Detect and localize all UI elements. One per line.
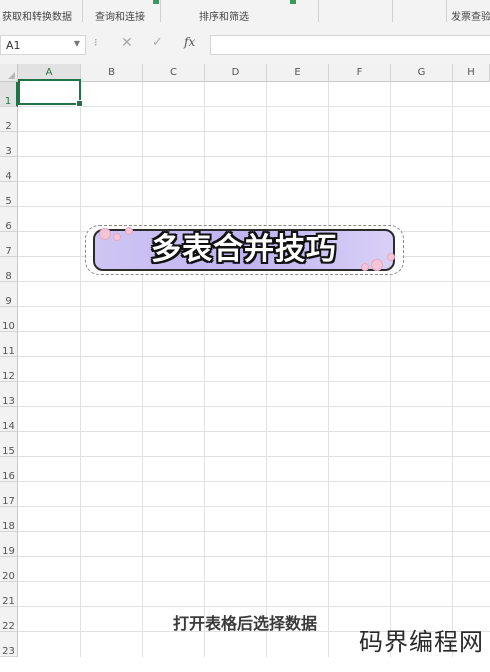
grid-line (18, 431, 490, 432)
row-header-20[interactable]: 20 (0, 557, 18, 582)
grid-line (18, 506, 490, 507)
row-header-6[interactable]: 6 (0, 207, 18, 232)
formula-input[interactable] (210, 35, 490, 55)
grid-line (18, 556, 490, 557)
grid-line (390, 82, 391, 657)
blossom-icon (387, 253, 395, 261)
select-all-corner[interactable] (0, 64, 18, 82)
row-header-21[interactable]: 21 (0, 582, 18, 607)
row-header-7[interactable]: 7 (0, 232, 18, 257)
grip-dots-icon: ⁝ (94, 36, 98, 49)
blossom-icon (125, 227, 133, 235)
ribbon-separator (446, 0, 447, 22)
ribbon-group-sort-filter[interactable]: 排序和筛选 (199, 8, 249, 23)
grid-line (18, 406, 490, 407)
row-header-3[interactable]: 3 (0, 132, 18, 157)
row-header-16[interactable]: 16 (0, 457, 18, 482)
ribbon-group-get-transform[interactable]: 获取和转换数据 (2, 8, 72, 23)
ribbon-indicator (153, 0, 159, 4)
grid-line (18, 606, 490, 607)
row-header-5[interactable]: 5 (0, 182, 18, 207)
grid-line (18, 331, 490, 332)
grid-line (328, 82, 329, 657)
site-watermark: 码界编程网 (359, 628, 484, 656)
grid-line (18, 131, 490, 132)
banner-title: 多表合并技巧 (151, 232, 337, 267)
name-box[interactable]: A1 ▼ (0, 35, 86, 55)
select-all-triangle-icon (8, 72, 15, 79)
spreadsheet-grid[interactable]: A B C D E F G H 1 2 3 4 5 6 7 8 9 10 11 … (0, 64, 490, 657)
formula-bar: A1 ▼ ⁝ ✕ ✓ fx (0, 26, 490, 65)
row-header-15[interactable]: 15 (0, 432, 18, 457)
column-header-c[interactable]: C (143, 64, 205, 82)
row-header-23[interactable]: 23 (0, 632, 18, 657)
title-banner: 多表合并技巧 (93, 227, 395, 271)
enter-check-icon[interactable]: ✓ (152, 35, 163, 50)
column-header-b[interactable]: B (81, 64, 143, 82)
row-header-9[interactable]: 9 (0, 282, 18, 307)
grid-line (18, 106, 490, 107)
cancel-icon[interactable]: ✕ (121, 35, 133, 51)
ribbon-separator (160, 0, 161, 22)
row-header-14[interactable]: 14 (0, 407, 18, 432)
column-header-g[interactable]: G (391, 64, 453, 82)
grid-line (18, 456, 490, 457)
grid-line (18, 156, 490, 157)
fill-handle[interactable] (76, 100, 83, 107)
grid-line (18, 206, 490, 207)
grid-line (18, 356, 490, 357)
ribbon-group-queries[interactable]: 查询和连接 (95, 8, 145, 23)
row-header-8[interactable]: 8 (0, 257, 18, 282)
ribbon-group-labels: 获取和转换数据 查询和连接 排序和筛选 发票查验 (0, 0, 490, 27)
column-header-f[interactable]: F (329, 64, 391, 82)
grid-line (204, 82, 205, 657)
grid-line (18, 181, 490, 182)
chevron-down-icon[interactable]: ▼ (74, 39, 80, 48)
row-header-2[interactable]: 2 (0, 107, 18, 132)
column-header-h[interactable]: H (453, 64, 490, 82)
grid-line (266, 82, 267, 657)
ribbon-indicator (290, 0, 296, 4)
grid-line (18, 481, 490, 482)
row-header-10[interactable]: 10 (0, 307, 18, 332)
ribbon-separator (318, 0, 319, 22)
grid-line (18, 281, 490, 282)
grid-line (452, 82, 453, 657)
name-box-value: A1 (6, 39, 21, 52)
grid-line (18, 581, 490, 582)
grid-line (18, 306, 490, 307)
column-header-d[interactable]: D (205, 64, 267, 82)
grid-line (80, 82, 81, 657)
row-header-4[interactable]: 4 (0, 157, 18, 182)
grid-line (142, 82, 143, 657)
ribbon-separator (82, 0, 83, 22)
row-header-17[interactable]: 17 (0, 482, 18, 507)
row-header-18[interactable]: 18 (0, 507, 18, 532)
column-header-e[interactable]: E (267, 64, 329, 82)
row-header-13[interactable]: 13 (0, 382, 18, 407)
grid-line (18, 531, 490, 532)
row-header-12[interactable]: 12 (0, 357, 18, 382)
row-header-1[interactable]: 1 (0, 82, 18, 107)
row-header-19[interactable]: 19 (0, 532, 18, 557)
ribbon-group-invoice[interactable]: 发票查验 (451, 8, 490, 23)
blossom-icon (113, 233, 121, 241)
blossom-icon (99, 228, 111, 240)
blossom-icon (371, 259, 383, 271)
selected-cell-a1[interactable] (18, 79, 83, 107)
insert-function-icon[interactable]: fx (184, 35, 195, 49)
grid-line (18, 381, 490, 382)
ribbon-separator (392, 0, 393, 22)
blossom-icon (361, 263, 369, 271)
row-header-11[interactable]: 11 (0, 332, 18, 357)
